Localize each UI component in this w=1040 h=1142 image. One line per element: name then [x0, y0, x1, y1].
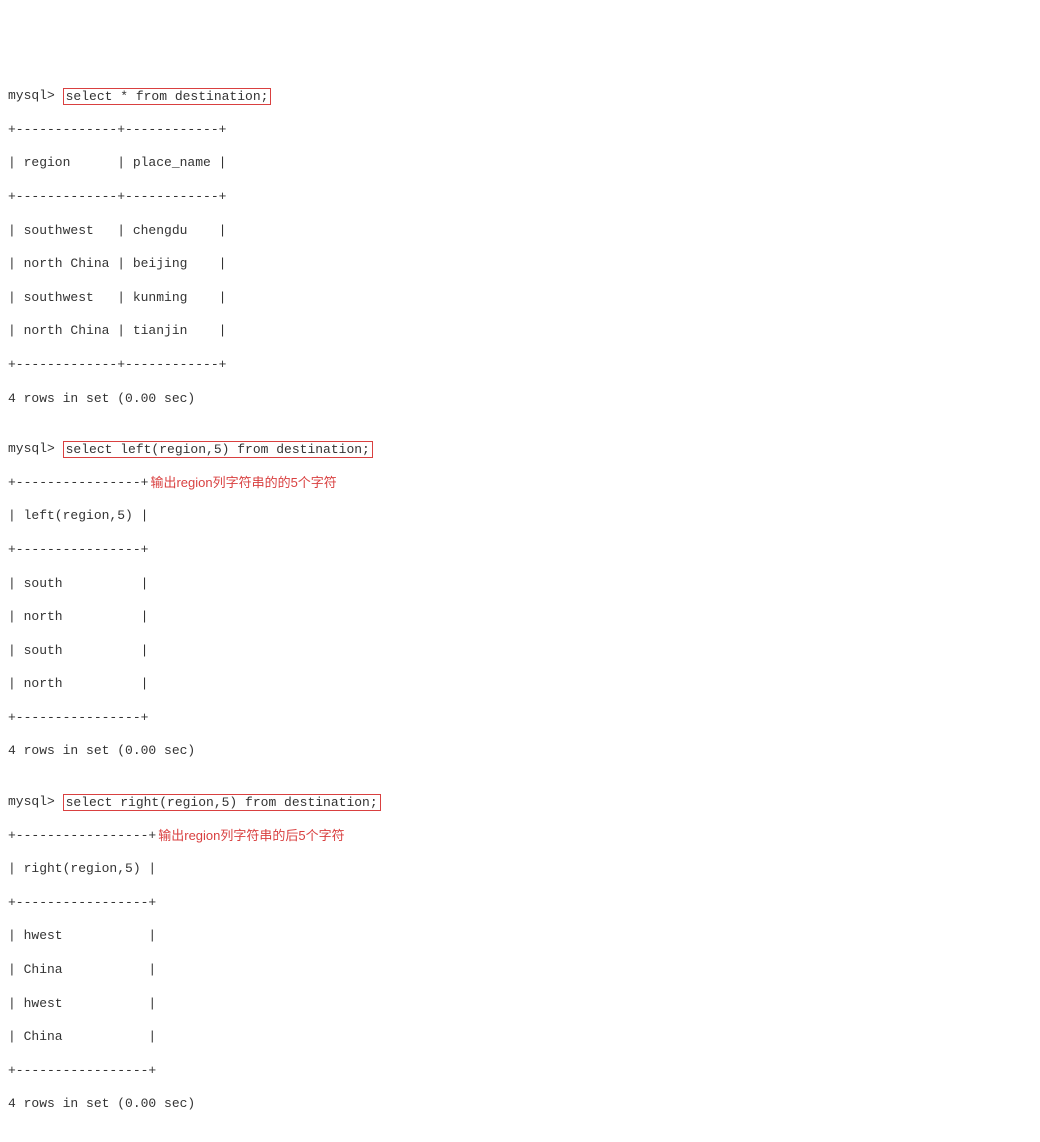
table-row: | south |	[8, 643, 1032, 660]
table-row: | north |	[8, 676, 1032, 693]
query2-prompt-line: mysql> select left(region,5) from destin…	[8, 441, 1032, 458]
table-row: | China |	[8, 962, 1032, 979]
query3-prompt-line: mysql> select right(region,5) from desti…	[8, 794, 1032, 811]
query3-footer: 4 rows in set (0.00 sec)	[8, 1096, 1032, 1113]
query1-footer: 4 rows in set (0.00 sec)	[8, 391, 1032, 408]
table-row: | southwest | chengdu |	[8, 223, 1032, 240]
query2-footer: 4 rows in set (0.00 sec)	[8, 743, 1032, 760]
query1-sep-bot: +-------------+------------+	[8, 357, 1032, 374]
query2-sep-top: +----------------+	[8, 475, 148, 492]
query1-header: | region | place_name |	[8, 155, 1032, 172]
query1-sep-mid: +-------------+------------+	[8, 189, 1032, 206]
table-row: | China |	[8, 1029, 1032, 1046]
query3-sep-top: +-----------------+	[8, 828, 156, 845]
table-row: | south |	[8, 576, 1032, 593]
mysql-prompt: mysql>	[8, 794, 63, 811]
table-row: | hwest |	[8, 996, 1032, 1013]
query3-sep-bot: +-----------------+	[8, 1063, 1032, 1080]
query2-annotation: 输出region列字符串的的5个字符	[150, 475, 336, 492]
terminal-output: mysql> select * from destination; +-----…	[8, 71, 1032, 1142]
table-row: | north China | beijing |	[8, 256, 1032, 273]
query2-sep-mid: +----------------+	[8, 542, 1032, 559]
query3-sep-mid: +-----------------+	[8, 895, 1032, 912]
table-row: | north |	[8, 609, 1032, 626]
mysql-prompt: mysql>	[8, 88, 63, 105]
query3-sep-top-line: +-----------------+输出region列字符串的后5个字符	[8, 828, 1032, 845]
query3-header: | right(region,5) |	[8, 861, 1032, 878]
table-row: | hwest |	[8, 928, 1032, 945]
query2-sep-top-line: +----------------+输出region列字符串的的5个字符	[8, 475, 1032, 492]
mysql-prompt: mysql>	[8, 441, 63, 458]
query2-header: | left(region,5) |	[8, 508, 1032, 525]
table-row: | southwest | kunming |	[8, 290, 1032, 307]
query1-sql: select * from destination;	[63, 88, 272, 105]
query2-sql: select left(region,5) from destination;	[63, 441, 373, 458]
query1-prompt-line: mysql> select * from destination;	[8, 88, 1032, 105]
table-row: | north China | tianjin |	[8, 323, 1032, 340]
query3-annotation: 输出region列字符串的后5个字符	[158, 828, 344, 845]
query1-sep-top: +-------------+------------+	[8, 122, 1032, 139]
query3-sql: select right(region,5) from destination;	[63, 794, 381, 811]
query2-sep-bot: +----------------+	[8, 710, 1032, 727]
